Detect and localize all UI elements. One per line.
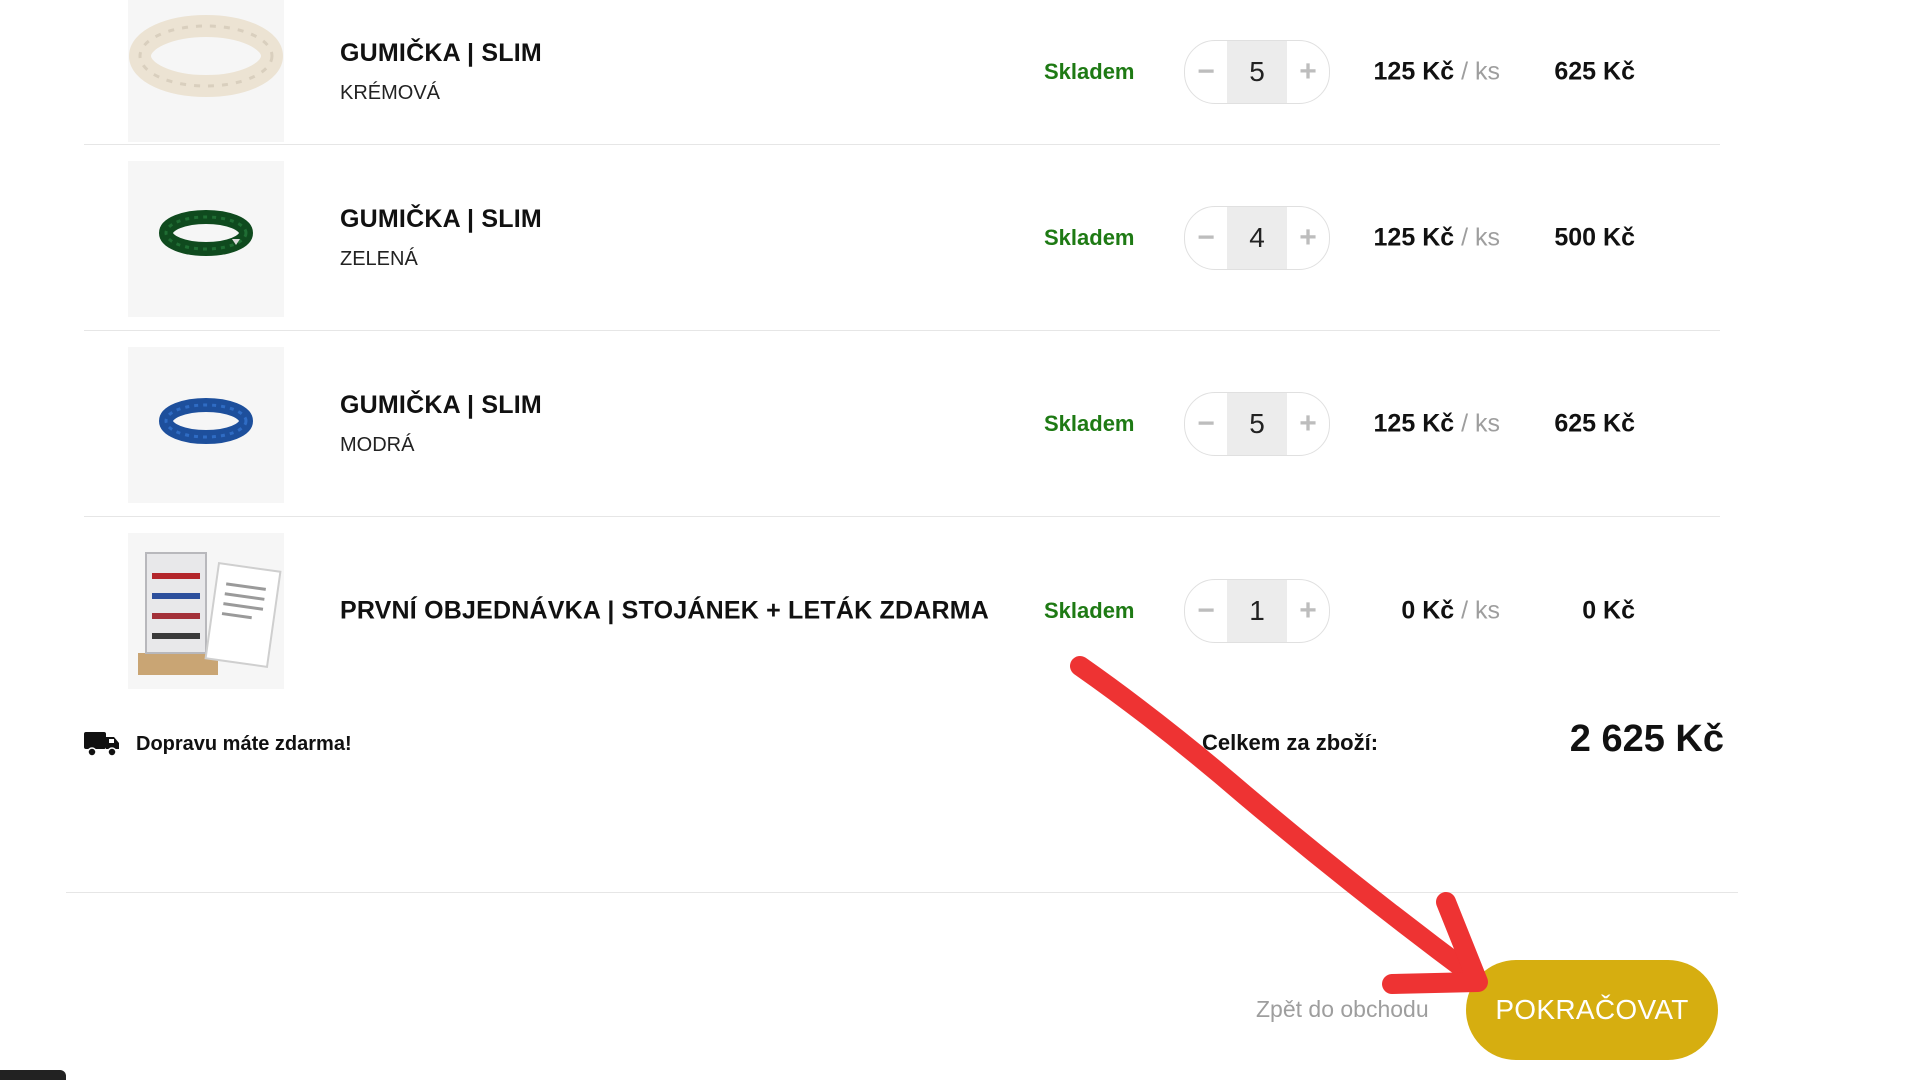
back-to-shop-link[interactable]: Zpět do obchodu [1256,996,1429,1023]
quantity-value[interactable]: 4 [1227,206,1287,269]
free-shipping-notice: Dopravu máte zdarma! [84,730,352,758]
total-label: Celkem za zboží: [1202,730,1379,755]
free-shipping-text: Dopravu máte zdarma! [136,732,352,755]
product-title[interactable]: GUMIČKA | SLIM [340,39,542,68]
quantity-stepper: − 5 + [1184,40,1330,104]
product-title[interactable]: GUMIČKA | SLIM [340,205,542,234]
stock-status: Skladem [1044,224,1135,250]
product-image-green-scrunchie[interactable] [128,161,284,317]
increase-quantity-button[interactable]: + [1287,393,1329,455]
continue-button[interactable]: POKRAČOVAT [1466,960,1718,1060]
increase-quantity-button[interactable]: + [1287,580,1329,642]
unit-price: 125 Kč / ks [1374,409,1500,438]
unit-price-suffix: / ks [1454,409,1500,437]
line-total: 625 Kč [1554,409,1635,437]
decrease-quantity-button[interactable]: − [1185,207,1227,269]
cart-summary: Dopravu máte zdarma! Celkem za zboží: 2 … [84,718,1724,774]
quantity-value[interactable]: 1 [1227,580,1287,642]
product-title[interactable]: PRVNÍ OBJEDNÁVKA | STOJÁNEK + LETÁK ZDAR… [340,597,989,626]
unit-price-suffix: / ks [1454,223,1500,251]
total-value: 2 625 Kč [1569,718,1724,760]
increase-quantity-button[interactable]: + [1287,41,1329,103]
unit-price-amount: 125 Kč [1373,223,1455,251]
unit-price-amount: 125 Kč [1373,57,1455,86]
product-info: GUMIČKA | SLIM KRÉMOVÁ [340,39,542,105]
line-total: 500 Kč [1554,223,1635,251]
stock-status: Skladem [1044,598,1135,623]
quantity-value[interactable]: 5 [1227,41,1287,103]
increase-quantity-button[interactable]: + [1287,207,1329,269]
cart-row: GUMIČKA | SLIM ZELENÁ Skladem − 4 + 125 … [84,145,1720,331]
section-divider [66,892,1738,893]
product-image-cream-scrunchie[interactable] [128,0,284,142]
decrease-quantity-button[interactable]: − [1185,393,1227,455]
cart-items-list: GUMIČKA | SLIM KRÉMOVÁ Skladem − 5 + 125… [84,0,1720,705]
unit-price-amount: 125 Kč [1373,409,1455,437]
quantity-value[interactable]: 5 [1227,392,1287,455]
line-total: 625 Kč [1554,57,1635,86]
stock-status: Skladem [1044,410,1135,436]
product-title[interactable]: GUMIČKA | SLIM [340,391,542,420]
unit-price: 125 Kč / ks [1374,223,1500,252]
cart-row: PRVNÍ OBJEDNÁVKA | STOJÁNEK + LETÁK ZDAR… [84,517,1720,705]
decrease-quantity-button[interactable]: − [1185,580,1227,642]
product-image-blue-scrunchie[interactable] [128,347,284,503]
stock-status: Skladem [1044,59,1135,84]
product-image-display-stand[interactable] [128,533,284,689]
unit-price-suffix: / ks [1454,57,1500,86]
unit-price: 0 Kč / ks [1401,597,1500,626]
decrease-quantity-button[interactable]: − [1185,41,1227,103]
product-variant: KRÉMOVÁ [340,82,441,104]
cart-row: GUMIČKA | SLIM KRÉMOVÁ Skladem − 5 + 125… [84,0,1720,145]
product-variant: ZELENÁ [340,247,418,270]
product-info: PRVNÍ OBJEDNÁVKA | STOJÁNEK + LETÁK ZDAR… [340,597,989,626]
quantity-stepper: − 5 + [1184,391,1330,456]
product-info: GUMIČKA | SLIM ZELENÁ [340,205,542,271]
cart-row: GUMIČKA | SLIM MODRÁ Skladem − 5 + 125 K… [84,331,1720,517]
product-variant: MODRÁ [340,433,415,456]
quantity-stepper: − 1 + [1184,579,1330,643]
truck-icon [84,732,119,757]
unit-price-amount: 0 Kč [1401,596,1455,625]
unit-price-suffix: / ks [1454,596,1500,625]
quantity-stepper: − 4 + [1184,205,1330,270]
product-info: GUMIČKA | SLIM MODRÁ [340,391,542,457]
line-total: 0 Kč [1582,596,1635,625]
unit-price: 125 Kč / ks [1374,58,1500,87]
corner-bar [0,1070,66,1080]
